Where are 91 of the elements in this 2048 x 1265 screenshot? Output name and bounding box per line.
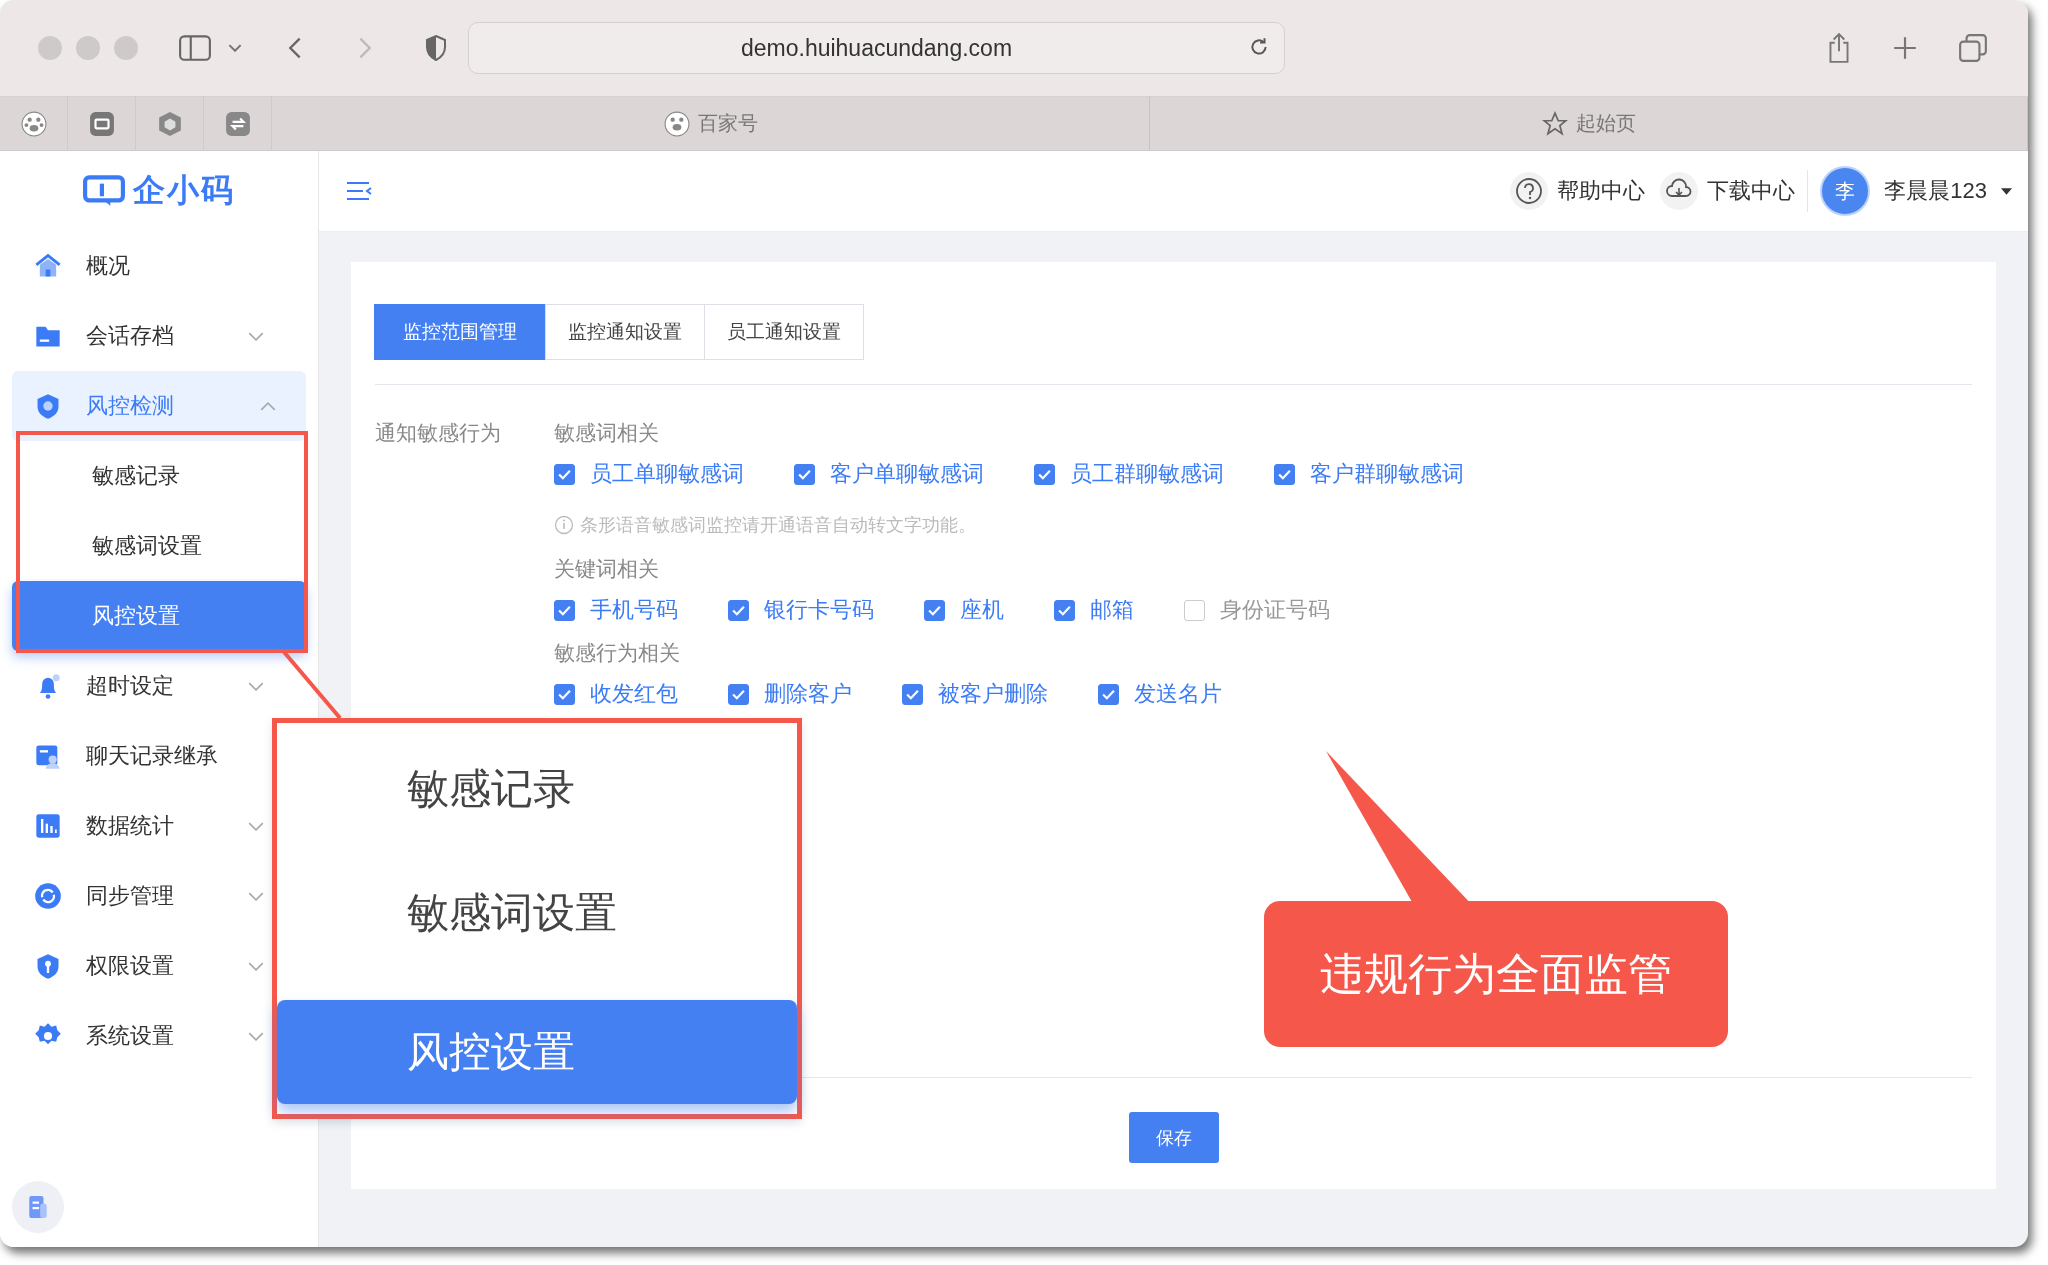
checkbox[interactable]	[728, 599, 749, 621]
download-center-link[interactable]: 下载中心	[1659, 171, 1796, 211]
checkbox[interactable]	[1274, 463, 1295, 485]
checkbox[interactable]	[924, 599, 945, 621]
checkbox[interactable]	[1098, 683, 1119, 705]
chat-box-icon	[88, 110, 115, 137]
tab[interactable]: 监控范围管理	[374, 304, 546, 360]
checkbox-option[interactable]: 客户群聊敏感词	[1274, 459, 1464, 489]
group-title: 敏感行为相关	[554, 640, 681, 666]
paw-icon	[663, 110, 690, 137]
check-icon	[1058, 604, 1071, 616]
check-icon	[558, 688, 571, 700]
swap-icon	[224, 110, 251, 137]
info-icon	[554, 515, 574, 535]
sidebar-item[interactable]: 权限设置	[12, 931, 268, 1001]
browser-tab[interactable]: 百家号	[272, 97, 1150, 150]
check-icon	[906, 688, 919, 700]
checkbox[interactable]	[1034, 463, 1055, 485]
checkbox[interactable]	[554, 463, 575, 485]
sidebar-item[interactable]: 数据统计	[12, 791, 268, 861]
document-icon	[27, 1195, 49, 1219]
sidebar-item[interactable]: 会话存档	[12, 301, 268, 371]
paw-icon	[20, 110, 47, 137]
cloud-download-icon	[1659, 171, 1700, 211]
checkbox[interactable]	[902, 683, 923, 705]
check-icon	[558, 468, 571, 480]
sidebar-icon[interactable]	[178, 34, 212, 62]
check-icon	[798, 468, 811, 480]
caret-icon	[2001, 187, 2012, 195]
chevron-down-icon[interactable]	[228, 43, 242, 53]
sidebar-item[interactable]: 风控检测	[12, 371, 306, 441]
field-label: 通知敏感行为	[375, 420, 502, 446]
checkbox[interactable]	[1054, 599, 1075, 621]
check-icon	[1102, 688, 1115, 700]
tab[interactable]: 员工通知设置	[704, 304, 864, 360]
submenu-item[interactable]: 敏感词设置	[12, 511, 306, 581]
checkbox[interactable]	[794, 463, 815, 485]
help-center-link[interactable]: 帮助中心	[1509, 171, 1646, 211]
sidebar-item[interactable]: 超时设定	[12, 651, 268, 721]
checkbox-option[interactable]: 邮箱	[1054, 595, 1134, 625]
checkbox-option[interactable]: 座机	[924, 595, 1004, 625]
help-icon	[1509, 171, 1550, 211]
checkbox-option[interactable]: 收发红包	[554, 679, 678, 709]
plus-icon[interactable]	[1892, 35, 1918, 61]
back-icon[interactable]	[288, 36, 302, 60]
checkbox-option[interactable]: 员工单聊敏感词	[554, 459, 744, 489]
checkbox-option[interactable]: 客户单聊敏感词	[794, 459, 984, 489]
sidebar-item[interactable]: 同步管理	[12, 861, 268, 931]
tabs-overview-icon[interactable]	[1958, 33, 1988, 63]
url-text: demo.huihuacundang.com	[740, 34, 1013, 62]
bar-chart-icon	[34, 812, 62, 840]
check-icon	[1038, 468, 1051, 480]
checkbox-option[interactable]: 手机号码	[554, 595, 678, 625]
checkbox[interactable]	[728, 683, 749, 705]
checkbox-option[interactable]: 被客户删除	[902, 679, 1048, 709]
check-icon	[928, 604, 941, 616]
sync-icon	[34, 882, 62, 910]
checkbox-option[interactable]: 员工群聊敏感词	[1034, 459, 1224, 489]
group-title: 关键词相关	[554, 556, 660, 582]
submenu-item[interactable]: 风控设置	[12, 581, 306, 651]
sidebar-item[interactable]: 系统设置	[12, 1001, 268, 1071]
cube-icon	[156, 110, 183, 137]
home-icon	[34, 252, 62, 280]
hint-text: 条形语音敏感词监控请开通语音自动转文字功能。	[580, 514, 976, 537]
user-menu[interactable]: 李 李晨晨123	[1820, 166, 2012, 216]
tab[interactable]: 监控通知设置	[545, 304, 705, 360]
checkbox[interactable]	[554, 683, 575, 705]
star-icon	[1541, 110, 1568, 137]
check-icon	[732, 604, 745, 616]
sidebar-item[interactable]: 聊天记录继承	[12, 721, 268, 791]
browser-tab[interactable]: 起始页	[1150, 97, 2028, 150]
logo-icon	[83, 175, 125, 207]
check-icon	[1278, 468, 1291, 480]
address-bar[interactable]: demo.huihuacundang.com	[468, 22, 1285, 74]
checkbox-option[interactable]: 银行卡号码	[728, 595, 874, 625]
shield-icon[interactable]	[424, 34, 448, 62]
submenu-item[interactable]: 敏感记录	[12, 441, 306, 511]
checkbox[interactable]	[554, 599, 575, 621]
group-title: 敏感词相关	[554, 420, 660, 446]
check-icon	[558, 604, 571, 616]
sidebar-item[interactable]: 概况	[12, 231, 268, 301]
checkbox-option[interactable]: 删除客户	[728, 679, 852, 709]
document-button[interactable]	[12, 1181, 64, 1233]
checkbox[interactable]	[1184, 599, 1205, 621]
menu-icon[interactable]	[345, 180, 373, 202]
checkbox-option[interactable]: 身份证号码	[1184, 595, 1330, 625]
avatar: 李	[1820, 166, 1871, 216]
checkbox-option[interactable]: 发送名片	[1098, 679, 1222, 709]
save-button[interactable]: 保存	[1128, 1112, 1219, 1163]
logo[interactable]: 企小码	[12, 151, 306, 231]
check-icon	[732, 688, 745, 700]
